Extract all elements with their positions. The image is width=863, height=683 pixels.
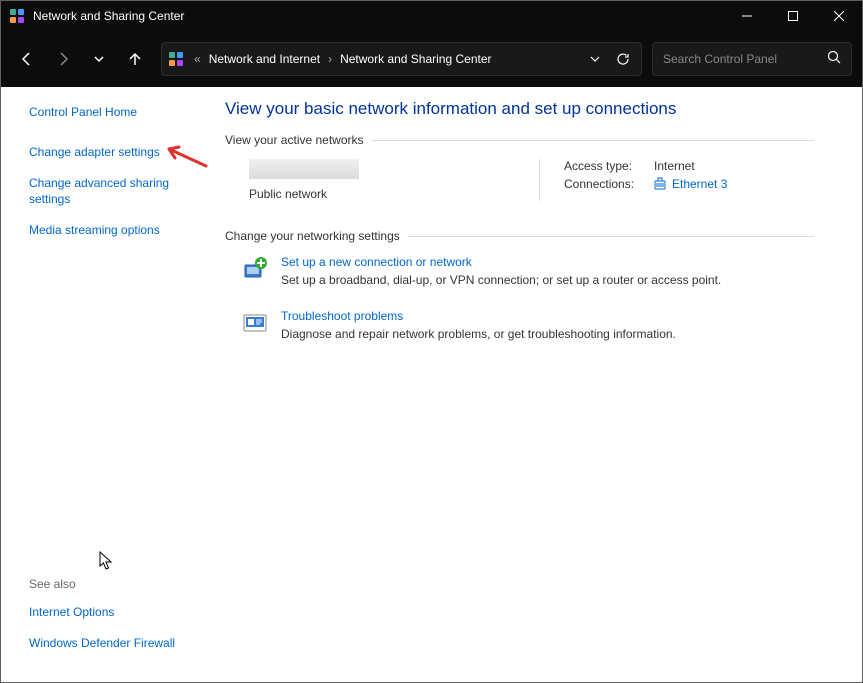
content-area: Control Panel Home Change adapter settin… [1, 87, 862, 682]
troubleshoot-link[interactable]: Troubleshoot problems [281, 309, 676, 323]
troubleshoot-desc: Diagnose and repair network problems, or… [281, 327, 676, 341]
connection-link[interactable]: Ethernet 3 [654, 177, 727, 191]
sidebar-adapter-link[interactable]: Change adapter settings [29, 145, 197, 161]
connections-label: Connections: [564, 177, 654, 191]
up-button[interactable] [119, 43, 151, 75]
setup-connection-item: Set up a new connection or network Set u… [225, 255, 814, 287]
address-dropdown[interactable] [583, 47, 607, 71]
network-name-redacted [249, 159, 359, 179]
change-settings-header: Change your networking settings [225, 229, 814, 243]
search-input[interactable] [663, 52, 827, 66]
access-type-value: Internet [654, 159, 695, 173]
navigation-bar: « Network and Internet › Network and Sha… [1, 31, 862, 87]
forward-button[interactable] [47, 43, 79, 75]
see-also-label: See also [29, 577, 197, 591]
active-networks-header: View your active networks [225, 133, 814, 147]
sidebar-internet-options-link[interactable]: Internet Options [29, 605, 197, 621]
back-button[interactable] [11, 43, 43, 75]
sidebar: Control Panel Home Change adapter settin… [1, 87, 211, 682]
main-panel: View your basic network information and … [211, 87, 862, 682]
troubleshoot-icon [241, 309, 269, 337]
search-box[interactable] [652, 42, 852, 76]
breadcrumb-current[interactable]: Network and Sharing Center [336, 50, 495, 68]
breadcrumb-back-chevron[interactable]: « [194, 52, 201, 66]
sidebar-home-link[interactable]: Control Panel Home [29, 105, 197, 121]
app-icon [9, 8, 25, 24]
refresh-button[interactable] [611, 47, 635, 71]
search-icon[interactable] [827, 50, 841, 69]
setup-connection-icon [241, 255, 269, 283]
titlebar: Network and Sharing Center [1, 1, 862, 31]
minimize-button[interactable] [724, 1, 770, 31]
location-icon [168, 51, 184, 67]
window-controls [724, 1, 862, 31]
address-bar[interactable]: « Network and Internet › Network and Sha… [161, 42, 642, 76]
breadcrumb-parent[interactable]: Network and Internet [205, 50, 324, 68]
troubleshoot-item: Troubleshoot problems Diagnose and repai… [225, 309, 814, 341]
sidebar-advanced-link[interactable]: Change advanced sharing settings [29, 176, 197, 207]
recent-dropdown[interactable] [83, 43, 115, 75]
setup-connection-desc: Set up a broadband, dial-up, or VPN conn… [281, 273, 721, 287]
maximize-button[interactable] [770, 1, 816, 31]
ethernet-icon [654, 177, 666, 191]
close-button[interactable] [816, 1, 862, 31]
page-title: View your basic network information and … [225, 99, 814, 119]
window-title: Network and Sharing Center [33, 9, 724, 23]
chevron-right-icon: › [328, 52, 332, 66]
network-type: Public network [249, 187, 539, 201]
sidebar-firewall-link[interactable]: Windows Defender Firewall [29, 636, 197, 652]
access-type-label: Access type: [564, 159, 654, 173]
setup-connection-link[interactable]: Set up a new connection or network [281, 255, 721, 269]
sidebar-media-link[interactable]: Media streaming options [29, 223, 197, 239]
active-network-block: Public network Access type: Internet Con… [225, 159, 814, 201]
